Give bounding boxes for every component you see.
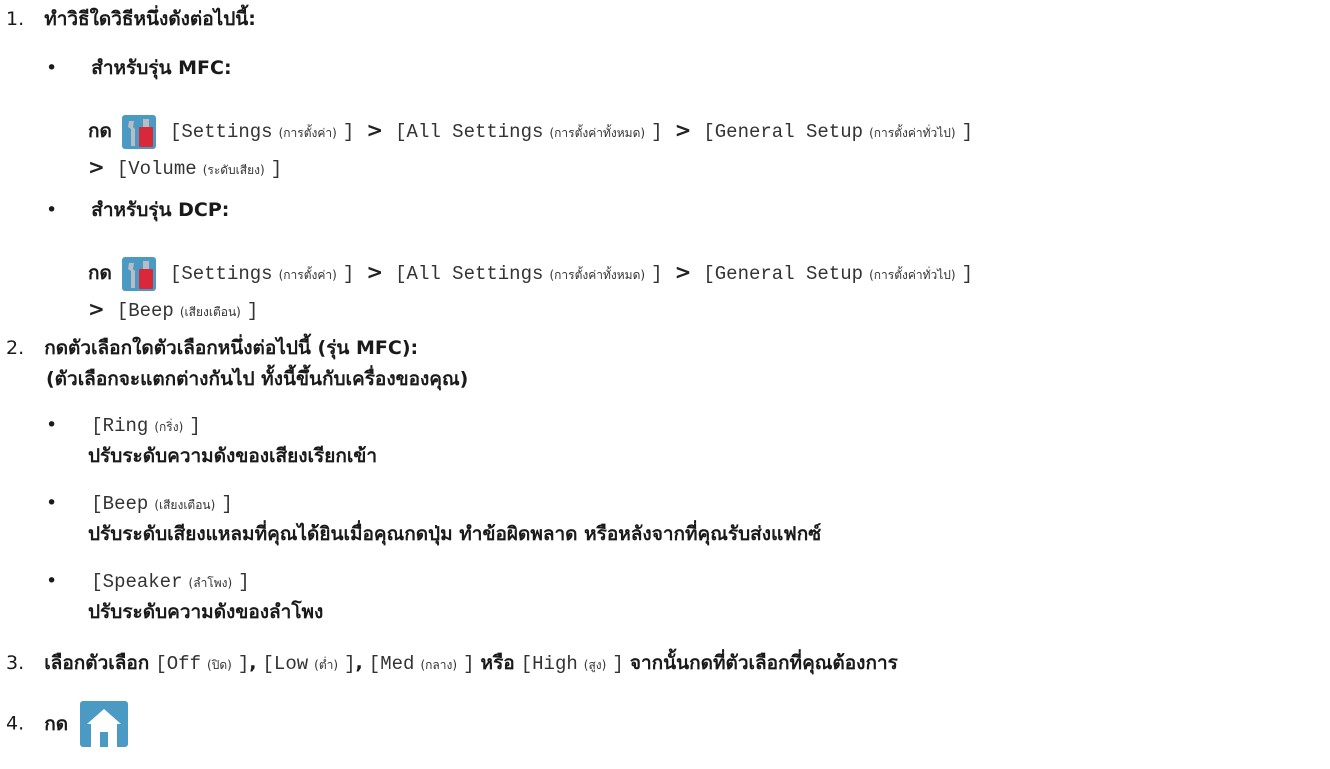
- arrow-separator: >: [88, 155, 105, 179]
- step-number: 2.: [6, 337, 25, 359]
- option-desc: ปรับระดับความดังของเสียงเรียกเข้า: [88, 445, 377, 467]
- high-option-th: (สูง): [583, 658, 607, 672]
- settings-tools-icon: [121, 256, 156, 291]
- med-option-th: (กลาง): [420, 658, 458, 672]
- high-option: [High: [520, 653, 578, 675]
- bracket-close: ]: [342, 263, 355, 285]
- settings-menu-item-th: (การตั้งค่า): [278, 126, 337, 140]
- settings-menu-item-th: (การตั้งค่า): [278, 268, 337, 282]
- press-label: กด: [88, 120, 112, 142]
- step-number: 3.: [6, 652, 25, 674]
- arrow-separator: >: [88, 297, 105, 321]
- dcp-heading: สำหรับรุ่น DCP:: [91, 199, 230, 221]
- bracket-close: ]: [961, 263, 974, 285]
- volume-menu-item: [Volume: [116, 158, 197, 180]
- step-2-title: กดตัวเลือกใดตัวเลือกหนึ่งต่อไปนี้ (รุ่น …: [44, 337, 419, 359]
- dcp-menu-path-cont: > [Beep (เสียงเตือน) ]: [88, 294, 258, 327]
- bracket-close: ]: [270, 158, 283, 180]
- low-option: [Low: [262, 653, 309, 675]
- option-code: [Speaker: [91, 571, 183, 593]
- all-settings-menu-item: [All Settings: [395, 121, 544, 143]
- option-desc: ปรับระดับเสียงแหลมที่คุณได้ยินเมื่อคุณกด…: [88, 523, 822, 545]
- comma: ,: [355, 652, 363, 674]
- mfc-menu-path: กด [Settings (การตั้งค่า) ] > [All Setti…: [88, 110, 973, 153]
- step-3-tail: จากนั้นกดที่ตัวเลือกที่คุณต้องการ: [629, 652, 898, 674]
- bracket-close: ]: [344, 653, 356, 675]
- bullet: •: [46, 570, 58, 592]
- option-code-th: (ลำโพง): [188, 576, 233, 590]
- general-setup-menu-item: [General Setup: [703, 263, 864, 285]
- step-2-heading: 2. กดตัวเลือกใดตัวเลือกหนึ่งต่อไปนี้ (รุ…: [6, 333, 418, 363]
- bracket-close: ]: [961, 121, 974, 143]
- all-settings-menu-item-th: (การตั้งค่าทั้งหมด): [549, 268, 646, 282]
- settings-tools-icon: [121, 114, 156, 149]
- low-option-th: (ต่ำ): [314, 658, 339, 672]
- option-code: [Ring: [91, 415, 149, 437]
- step-3-lead: เลือกตัวเลือก: [44, 652, 150, 674]
- bracket-close: ]: [342, 121, 355, 143]
- step-2-subtitle: (ตัวเลือกจะแตกต่างกันไป ทั้งนี้ขึ้นกับเค…: [46, 368, 469, 390]
- bullet: •: [46, 492, 58, 514]
- bracket-close: ]: [651, 121, 663, 143]
- step-1-title: ทำวิธีใดวิธีหนึ่งดังต่อไปนี้:: [44, 8, 256, 30]
- all-settings-menu-item: [All Settings: [395, 263, 544, 285]
- option-code-th: (เสียงเตือน): [154, 498, 216, 512]
- bracket-close: ]: [189, 415, 201, 437]
- press-label: กด: [88, 262, 112, 284]
- beep-menu-item: [Beep: [116, 300, 174, 322]
- mfc-menu-path-cont: > [Volume (ระดับเสียง) ]: [88, 152, 282, 185]
- bracket-close: ]: [221, 493, 233, 515]
- option-desc: ปรับระดับความดังของลำโพง: [88, 601, 324, 623]
- option-code: [Beep: [91, 493, 149, 515]
- settings-menu-item: [Settings: [169, 121, 273, 143]
- dcp-menu-path: กด [Settings (การตั้งค่า) ] > [All Setti…: [88, 252, 973, 295]
- bullet: •: [46, 199, 58, 221]
- comma: ,: [249, 652, 257, 674]
- bullet: •: [46, 414, 58, 436]
- volume-menu-item-th: (ระดับเสียง): [202, 163, 265, 177]
- option-ring: • [Ring (กริ่ง) ]: [46, 410, 201, 442]
- option-speaker: • [Speaker (ลำโพง) ]: [46, 566, 250, 598]
- beep-menu-item-th: (เสียงเตือน): [179, 305, 241, 319]
- press-label: กด: [44, 712, 69, 735]
- option-code-th: (กริ่ง): [154, 420, 184, 434]
- general-setup-menu-item-th: (การตั้งค่าทั่วไป): [869, 126, 956, 140]
- settings-menu-item: [Settings: [169, 263, 273, 285]
- home-icon: [80, 701, 129, 747]
- arrow-separator: >: [366, 260, 384, 284]
- step-3: 3. เลือกตัวเลือก [Off (ปิด) ], [Low (ต่ำ…: [6, 648, 898, 680]
- step-1-heading: 1. ทำวิธีใดวิธีหนึ่งดังต่อไปนี้:: [6, 4, 256, 34]
- arrow-separator: >: [674, 260, 692, 284]
- bracket-close: ]: [612, 653, 624, 675]
- or-text: หรือ: [480, 652, 515, 674]
- option-beep: • [Beep (เสียงเตือน) ]: [46, 488, 233, 520]
- arrow-separator: >: [366, 118, 384, 142]
- arrow-separator: >: [674, 118, 692, 142]
- off-option-th: (ปิด): [207, 658, 232, 672]
- dcp-heading-row: • สำหรับรุ่น DCP:: [46, 195, 229, 225]
- mfc-heading: สำหรับรุ่น MFC:: [91, 57, 232, 79]
- off-option: [Off: [155, 653, 201, 675]
- step-number: 1.: [6, 8, 25, 30]
- bullet: •: [46, 57, 58, 79]
- bracket-close: ]: [237, 653, 250, 675]
- step-number: 4.: [6, 712, 25, 735]
- bracket-close: ]: [463, 653, 475, 675]
- bracket-close: ]: [651, 263, 663, 285]
- general-setup-menu-item-th: (การตั้งค่าทั่วไป): [869, 268, 956, 282]
- general-setup-menu-item: [General Setup: [703, 121, 864, 143]
- bracket-close: ]: [246, 300, 259, 322]
- mfc-heading-row: • สำหรับรุ่น MFC:: [46, 53, 232, 83]
- all-settings-menu-item-th: (การตั้งค่าทั้งหมด): [549, 126, 646, 140]
- step-4: 4. กด: [6, 701, 129, 747]
- bracket-close: ]: [238, 571, 250, 593]
- med-option: [Med: [368, 653, 415, 675]
